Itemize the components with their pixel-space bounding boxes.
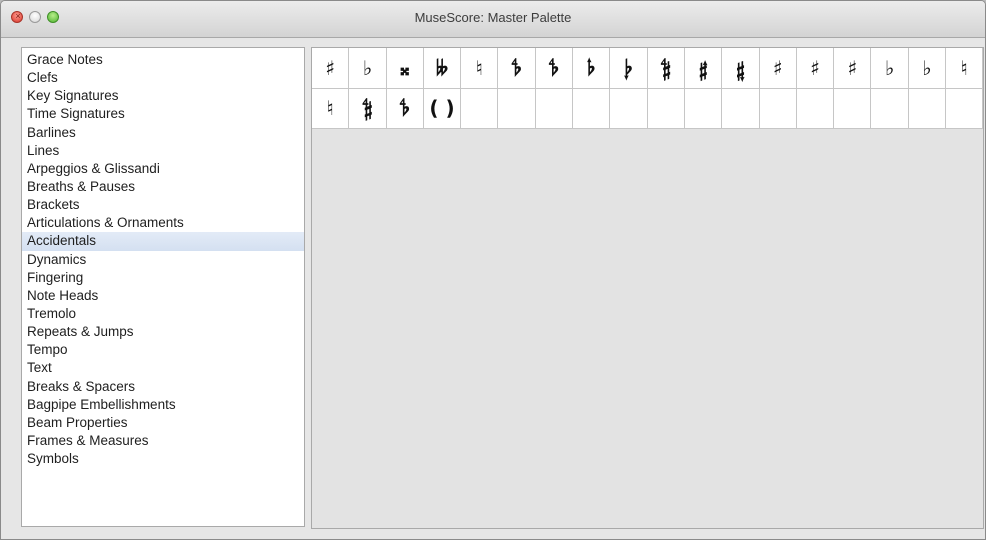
palette-category-list[interactable]: Grace Notes Clefs Key Signatures Time Signa… <box>21 47 305 527</box>
palette-category-item[interactable]: Articulations & Ornaments <box>22 214 304 232</box>
palette-cell-empty[interactable] <box>722 88 760 129</box>
palette-category-item[interactable]: Repeats & Jumps <box>22 323 304 341</box>
palette-cell-empty[interactable] <box>796 88 835 129</box>
sharp-slash3-icon[interactable]: ♯ <box>834 48 872 89</box>
flat-arrow2-icon[interactable]: ♭ <box>908 48 947 89</box>
flat-slash2-icon[interactable]: 𝄳 <box>535 48 574 89</box>
double-flat-icon[interactable]: 𝄫 <box>423 48 462 89</box>
palette-category-item[interactable]: Frames & Measures <box>22 432 304 450</box>
palette-category-item[interactable]: Bagpipe Embellishments <box>22 396 304 414</box>
palette-category-item[interactable]: Dynamics <box>22 251 304 269</box>
sharp-icon[interactable]: ♯ <box>312 48 350 89</box>
palette-cell-empty[interactable] <box>908 88 947 129</box>
palette-cell-empty[interactable] <box>684 88 723 129</box>
palette-category-item[interactable]: Tempo <box>22 341 304 359</box>
flat-arrow-up-icon[interactable]: 𝄬 <box>573 48 611 89</box>
koron-icon[interactable]: 𝄳 <box>386 88 424 129</box>
palette-cell-empty[interactable] <box>871 88 909 129</box>
palette-category-item[interactable]: Tremolo <box>22 305 304 323</box>
palette-cell-empty[interactable] <box>759 88 797 129</box>
palette-category-item[interactable]: Breaths & Pauses <box>22 178 304 196</box>
palette-category-item[interactable]: Note Heads <box>22 287 304 305</box>
sharp-arrow-up-icon[interactable]: 𝄰 <box>684 48 723 89</box>
palette-category-item[interactable]: Grace Notes <box>22 51 304 69</box>
palette-category-item[interactable]: Clefs <box>22 69 304 87</box>
parentheses-icon[interactable]: ( ) <box>423 88 462 129</box>
sharp-arrow-down-icon[interactable]: 𝄱 <box>722 48 760 89</box>
palette-category-item[interactable]: Time Signatures <box>22 105 304 123</box>
palette-category-item[interactable]: Barlines <box>22 124 304 142</box>
palette-category-item[interactable]: Arpeggios & Glissandi <box>22 160 304 178</box>
palette-category-item[interactable]: Text <box>22 359 304 377</box>
palette-category-item[interactable]: Lines <box>22 142 304 160</box>
natural-icon[interactable]: ♮ <box>461 48 499 89</box>
palette-cell-empty[interactable] <box>610 88 648 129</box>
palette-cell-empty[interactable] <box>834 88 872 129</box>
palette-category-item[interactable]: Beam Properties <box>22 414 304 432</box>
window-title: MuseScore: Master Palette <box>414 10 572 25</box>
palette-category-item[interactable]: Fingering <box>22 269 304 287</box>
palette-grid: ♯ ♭ 𝄪 𝄫 ♮ 𝄳 𝄳 𝄬 𝄭 𝄲 𝄰 𝄱 ♯ ♯ ♯ ♭ ♭ ♮ ♮ 𝄲 𝄳( ) <box>312 48 984 129</box>
master-palette-window: × MuseScore: Master Palette Grace Notes C… <box>0 0 986 540</box>
palette-category-item[interactable]: Accidentals <box>22 232 304 251</box>
palette-cell-empty[interactable] <box>647 88 685 129</box>
flat-icon[interactable]: ♭ <box>349 48 387 89</box>
palette-cell-empty[interactable] <box>946 88 984 129</box>
quarter-sharp-icon[interactable]: 𝄲 <box>647 48 685 89</box>
flat-arrow-icon[interactable]: ♭ <box>871 48 909 89</box>
flat-slash-icon[interactable]: 𝄳 <box>498 48 536 89</box>
palette-panel: ♯ ♭ 𝄪 𝄫 ♮ 𝄳 𝄳 𝄬 𝄭 𝄲 𝄰 𝄱 ♯ ♯ ♯ ♭ ♭ ♮ ♮ 𝄲 𝄳( ) <box>311 47 984 529</box>
palette-cell-empty[interactable] <box>461 88 499 129</box>
title-bar[interactable]: × MuseScore: Master Palette <box>1 1 985 38</box>
sharp-slash-icon[interactable]: ♯ <box>759 48 797 89</box>
natural-arrow-down-icon[interactable]: ♮ <box>312 88 350 129</box>
palette-cell-empty[interactable] <box>573 88 611 129</box>
palette-cell-empty[interactable] <box>498 88 536 129</box>
flat-arrow-down-icon[interactable]: 𝄭 <box>610 48 648 89</box>
palette-cell-empty[interactable] <box>535 88 574 129</box>
double-sharp-icon[interactable]: 𝄪 <box>386 48 424 89</box>
natural-arrow-up-icon[interactable]: ♮ <box>946 48 984 89</box>
palette-category-item[interactable]: Breaks & Spacers <box>22 378 304 396</box>
sori-icon[interactable]: 𝄲 <box>349 88 387 129</box>
palette-category-item[interactable]: Key Signatures <box>22 87 304 105</box>
palette-category-item[interactable]: Symbols <box>22 450 304 468</box>
sharp-slash2-icon[interactable]: ♯ <box>796 48 835 89</box>
palette-category-item[interactable]: Brackets <box>22 196 304 214</box>
